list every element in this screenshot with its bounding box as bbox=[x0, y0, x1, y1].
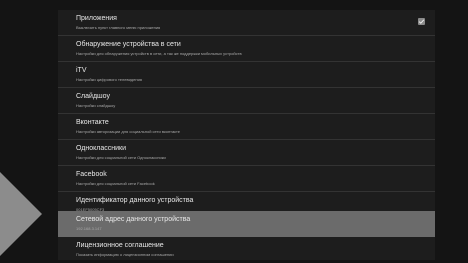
item-title: Обнаружение устройства в сети bbox=[76, 41, 181, 48]
settings-item-license[interactable]: Лицензионное соглашение Показать информа… bbox=[58, 237, 435, 263]
settings-item-network-address[interactable]: Сетевой адрес данного устройства 192.168… bbox=[58, 211, 435, 237]
settings-item-vkontakte[interactable]: Вконтакте Настройки авторизации для соци… bbox=[58, 114, 435, 140]
settings-item-slideshow[interactable]: Слайдшоу Настройки слайдшоу bbox=[58, 88, 435, 114]
item-title: Слайдшоу bbox=[76, 93, 110, 100]
item-title: Facebook bbox=[76, 171, 107, 178]
item-title: Лицензионное соглашение bbox=[76, 242, 164, 249]
item-title: Идентификатор данного устройства bbox=[76, 197, 194, 204]
item-subtitle: Настройки слайдшоу bbox=[76, 103, 116, 108]
item-title: Одноклассники bbox=[76, 145, 127, 152]
settings-item-itv[interactable]: iTV Настройки цифрового телевидения bbox=[58, 62, 435, 88]
item-subtitle: Настройки для социальной сети Facebook bbox=[76, 181, 155, 186]
item-subtitle: Настройки для обнаружения устройств в се… bbox=[76, 51, 242, 56]
item-title: Вконтакте bbox=[76, 119, 109, 126]
settings-item-apps[interactable]: Приложения Выключить пункт главного меню… bbox=[58, 10, 435, 36]
item-subtitle: Настройки авторизации для социальной сет… bbox=[76, 129, 180, 134]
item-title: Сетевой адрес данного устройства bbox=[76, 216, 191, 223]
item-subtitle: Выключить пункт главного меню приложения bbox=[76, 25, 161, 30]
settings-item-facebook[interactable]: Facebook Настройки для социальной сети F… bbox=[58, 166, 435, 192]
settings-item-network-discovery[interactable]: Обнаружение устройства в сети Настройки … bbox=[58, 36, 435, 62]
item-title: Приложения bbox=[76, 15, 117, 22]
item-subtitle: 192.168.3.147 bbox=[76, 226, 102, 231]
item-subtitle: Настройки для социальной сети Одноклассн… bbox=[76, 155, 166, 160]
settings-panel: Приложения Выключить пункт главного меню… bbox=[58, 10, 435, 260]
item-title: iTV bbox=[76, 67, 87, 74]
item-subtitle: Показать информацию о лицензионном согла… bbox=[76, 252, 174, 257]
selection-arrow-icon bbox=[0, 172, 42, 256]
settings-item-odnoklassniki[interactable]: Одноклассники Настройки для социальной с… bbox=[58, 140, 435, 166]
checkbox-checked-icon[interactable] bbox=[418, 18, 425, 25]
item-subtitle: Настройки цифрового телевидения bbox=[76, 77, 142, 82]
